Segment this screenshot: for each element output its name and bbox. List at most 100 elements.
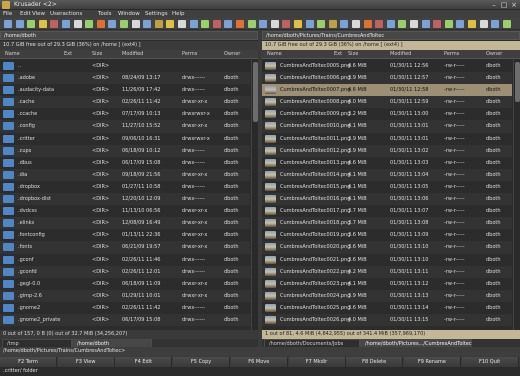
toolbar-action-icon[interactable] [317,20,326,28]
menu-tools[interactable]: Tools [98,11,112,17]
maximize-icon[interactable]: □ [500,1,508,9]
toolbar-action-icon[interactable] [456,20,465,28]
folder-row[interactable]: .cache <DIR> 02/26/11 11:42 drwxr-xr-x dboth [0,96,250,109]
minimize-icon[interactable]: – [490,1,498,9]
file-row[interactable]: CumbresAndToltec0021.png 3.6 MiB 01/30/11 … [262,254,512,266]
toolbar-action-icon[interactable] [166,20,175,28]
col-ext[interactable]: Ext [64,51,72,57]
folder-row[interactable]: .elinks <DIR> 12/08/09 16:49 drwxr-xr-x dbot… [0,217,250,230]
toolbar-action-icon[interactable] [131,20,140,28]
toolbar-action-icon[interactable] [62,20,70,28]
col-modified[interactable]: Modified [390,51,411,57]
menu-useractions[interactable]: Useractions [50,11,82,17]
toolbar-action-icon[interactable] [491,20,500,28]
scroll-thumb[interactable] [253,62,258,122]
folder-row[interactable]: .config <DIR> 11/27/10 15:52 drwxr-xr-x dbot… [0,120,250,133]
toolbar-action-icon[interactable] [328,20,337,28]
toolbar-action-icon[interactable] [201,20,210,28]
folder-row[interactable]: .critter <DIR> 09/06/10 16:31 drwxrwxr-x dbo… [0,133,250,145]
col-perms[interactable]: Perms [444,51,459,57]
toolbar-action-icon[interactable] [340,20,349,28]
fkey-button[interactable]: F9 Rename [403,357,461,367]
toolbar-action-icon[interactable] [108,20,117,28]
folder-row[interactable]: .gnome2_private <DIR> 06/17/09 15:08 drwx--… [0,313,250,327]
toolbar-action-icon[interactable] [38,20,47,28]
col-modified[interactable]: Modified [122,51,143,57]
file-row[interactable]: CumbresAndToltec0015.png 4.1 MiB 01/30/11 … [262,181,512,193]
toolbar-action-icon[interactable] [96,20,105,28]
file-row[interactable]: CumbresAndToltec0014.png 4.1 MiB 01/30/11 … [262,168,512,181]
toolbar-action-icon[interactable] [15,20,24,28]
file-row[interactable]: CumbresAndToltec0007.png 4.6 MiB 01/30/11 … [262,84,512,97]
folder-row[interactable]: .dbus <DIR> 06/17/09 15:08 drwx------ dboth [0,157,250,169]
col-owner[interactable]: Owner [486,51,502,57]
toolbar-action-icon[interactable] [363,20,372,28]
folder-row[interactable]: .dia <DIR> 09/18/09 21:56 drwxr-xr-x dboth [0,168,250,181]
file-row[interactable]: CumbresAndToltec0010.png 4.1 MiB 01/30/11 … [262,120,512,133]
toolbar-action-icon[interactable] [352,20,360,28]
toolbar-action-icon[interactable] [85,20,94,28]
fkey-button[interactable]: F2 Term [0,357,57,367]
menu-window[interactable]: Window [118,11,140,17]
file-row[interactable]: CumbresAndToltec0012.png 3.9 MiB 01/30/11 … [262,144,512,157]
toolbar-action-icon[interactable] [398,20,407,28]
folder-row[interactable]: .gimp-2.6 <DIR> 01/29/11 10:01 drwxr-xr-x db… [0,289,250,302]
fkey-button[interactable]: F3 View [57,357,115,367]
fkey-button[interactable]: F7 Mkdir [288,357,346,367]
fkey-button[interactable]: F6 Move [230,357,288,367]
col-name[interactable]: Name [267,51,282,57]
menu-view[interactable]: View [32,11,45,17]
fkey-button[interactable]: F5 Copy [173,357,231,367]
toolbar-action-icon[interactable] [502,20,511,28]
menu-edit[interactable]: Edit [20,11,31,17]
toolbar-action-icon[interactable] [143,20,152,28]
toolbar-action-icon[interactable] [410,20,418,28]
scroll-thumb[interactable] [515,62,520,102]
toolbar-action-icon[interactable] [178,20,186,28]
file-row[interactable]: CumbresAndToltec0026.png 4.0 MiB 01/30/11 … [262,313,512,327]
toolbar-action-icon[interactable] [282,20,291,28]
file-row[interactable]: CumbresAndToltec0011.png 3.9 MiB 01/30/11 … [262,133,512,145]
file-row[interactable]: CumbresAndToltec0006.png 3.9 MiB 01/30/11 … [262,72,512,85]
file-row[interactable]: CumbresAndToltec0017.png 3.7 MiB 01/30/11 … [262,205,512,217]
toolbar-action-icon[interactable] [120,20,128,28]
toolbar-action-icon[interactable] [305,20,314,28]
folder-row[interactable]: .gegl-0.0 <DIR> 06/18/09 11:09 drwxr-xr-x db… [0,278,250,290]
file-row[interactable]: CumbresAndToltec0020.png 3.6 MiB 01/30/11 … [262,241,512,254]
fkey-button[interactable]: F8 Delete [346,357,404,367]
folder-row[interactable]: .ccache <DIR> 07/17/09 10:13 drwxrwxr-x dbot… [0,108,250,120]
folder-row[interactable]: .gconf <DIR> 02/26/11 11:46 drwx------ dboth [0,254,250,266]
toolbar-action-icon[interactable] [386,20,395,28]
folder-row[interactable]: .gconfd <DIR> 02/26/11 12:01 drwx------ dbot… [0,265,250,278]
toolbar-action-icon[interactable] [479,20,488,28]
file-row[interactable]: CumbresAndToltec0018.png 3.7 MiB 01/30/11 … [262,217,512,230]
col-ext[interactable]: Ext [334,51,342,57]
toolbar-action-icon[interactable] [224,20,233,28]
toolbar-action-icon[interactable] [375,20,384,28]
toolbar-action-icon[interactable] [433,20,442,28]
file-row[interactable]: CumbresAndToltec0024.png 3.9 MiB 01/30/11 … [262,289,512,302]
file-row[interactable]: CumbresAndToltec0008.png 4.0 MiB 01/30/11 … [262,96,512,109]
file-row[interactable]: CumbresAndToltec0013.png 4.6 MiB 01/30/11 … [262,157,512,169]
toolbar-action-icon[interactable] [294,20,302,28]
menu-settings[interactable]: Settings [145,11,168,17]
toolbar-action-icon[interactable] [247,20,256,28]
command-line-input[interactable]: .critter/ folder [0,367,520,376]
fkey-button[interactable]: F10 Quit [461,357,519,367]
left-scrollbar[interactable] [251,60,258,330]
menu-file[interactable]: File [3,11,12,17]
toolbar-action-icon[interactable] [154,20,163,28]
toolbar-action-icon[interactable] [212,20,221,28]
file-row[interactable]: CumbresAndToltec0023.png 4.1 MiB 01/30/11 … [262,278,512,290]
right-path-bar[interactable]: /home/dboth/Pictures/Trains/CumbresAndTo… [262,31,520,40]
toolbar-action-icon[interactable] [73,20,82,28]
file-row[interactable]: CumbresAndToltec0019.png 3.6 MiB 01/30/11 … [262,229,512,241]
toolbar-action-icon[interactable] [4,20,12,28]
folder-row[interactable]: .dropbox-dist <DIR> 12/20/10 12:09 drwx----… [0,193,250,206]
fkey-button[interactable]: F4 Edit [115,357,173,367]
folder-row[interactable]: .fonts <DIR> 06/21/09 19:57 drwxr-xr-x dboth [0,241,250,254]
folder-row[interactable]: .gnome2 <DIR> 02/26/11 11:42 drwx------ dbot… [0,302,250,314]
folder-row[interactable]: .dvdcss <DIR> 11/13/10 06:56 drwxr-xr-x dbot… [0,205,250,217]
file-row[interactable]: CumbresAndToltec0025.png 3.6 MiB 01/30/11 … [262,302,512,314]
toolbar-action-icon[interactable] [259,20,268,28]
